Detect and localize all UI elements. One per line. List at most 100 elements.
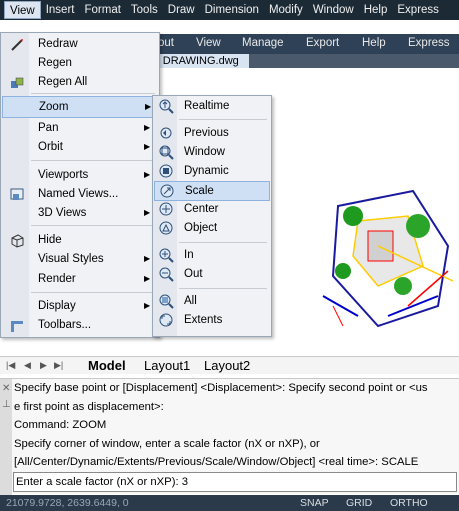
ribbon-tab-view[interactable]: View bbox=[196, 37, 221, 49]
zoom-scale[interactable]: Scale bbox=[154, 181, 270, 201]
status-bar: 21079.9728, 2639.6449, 0 SNAP GRID ORTHO bbox=[0, 495, 459, 511]
menu-insert[interactable]: Insert bbox=[41, 1, 80, 19]
ribbon-tab-export[interactable]: Export bbox=[306, 37, 339, 49]
zoom-item-label: Previous bbox=[184, 127, 229, 139]
menu-modify[interactable]: Modify bbox=[264, 1, 308, 19]
menu-item-label: Display bbox=[38, 300, 76, 312]
zoom-in[interactable]: In bbox=[154, 246, 270, 266]
zoom-window[interactable]: Window bbox=[154, 143, 270, 163]
submenu-separator bbox=[179, 288, 267, 289]
pin-icon[interactable]: ⊥ bbox=[2, 399, 11, 410]
menu-item-label: Toolbars... bbox=[38, 319, 92, 331]
zoom-extents[interactable]: Extents bbox=[154, 311, 270, 331]
zoom-dynamic[interactable]: Dynamic bbox=[154, 162, 270, 182]
zoom-item-label: Object bbox=[184, 222, 218, 234]
command-input[interactable]: Enter a scale factor (nX or nXP): 3 bbox=[13, 472, 457, 492]
zoom-submenu: Realtime Previous Window Dynamic Scale C… bbox=[152, 95, 272, 337]
menu-item-orbit[interactable]: Orbit ▶ bbox=[2, 137, 158, 159]
next-tab-icon[interactable]: ▶ bbox=[40, 360, 47, 371]
toolbars-icon bbox=[11, 321, 23, 332]
menu-window[interactable]: Window bbox=[308, 1, 359, 19]
zoom-item-label: Out bbox=[184, 268, 203, 280]
history-line: [All/Center/Dynamic/Extents/Previous/Sca… bbox=[14, 456, 419, 468]
zoom-item-label: In bbox=[184, 249, 194, 261]
menu-separator bbox=[31, 93, 155, 94]
zoom-all[interactable]: All bbox=[154, 292, 270, 312]
submenu-arrow-icon: ▶ bbox=[144, 123, 151, 132]
view-menu: Redraw Regen Regen All Zoom ▶ Pan ▶ Orbi… bbox=[0, 32, 160, 338]
first-tab-icon[interactable]: |◀ bbox=[6, 360, 15, 371]
history-line: Command: ZOOM bbox=[14, 419, 107, 431]
menu-item-render[interactable]: Render ▶ bbox=[2, 269, 158, 291]
ribbon-tab-manage[interactable]: Manage bbox=[242, 37, 284, 49]
close-icon[interactable]: ✕ bbox=[2, 383, 10, 394]
zoom-item-label: Extents bbox=[184, 314, 223, 326]
command-window-handle[interactable]: ✕ ⊥ bbox=[0, 379, 12, 495]
submenu-arrow-icon: ▶ bbox=[144, 170, 151, 179]
submenu-separator bbox=[179, 119, 267, 120]
tab-model[interactable]: Model bbox=[84, 358, 130, 374]
zoom-out-icon bbox=[159, 267, 174, 282]
menu-tools[interactable]: Tools bbox=[126, 1, 163, 19]
zoom-all-icon bbox=[159, 294, 174, 309]
menu-item-label: Viewports bbox=[38, 169, 89, 181]
zoom-previous[interactable]: Previous bbox=[154, 124, 270, 144]
named-views-icon bbox=[10, 188, 24, 200]
hide-icon bbox=[11, 234, 24, 248]
layout-tab-bar: |◀ ◀ ▶ ▶| Model Layout1 Layout2 bbox=[0, 356, 459, 374]
command-history: Specify base point or [Displacement] <Di… bbox=[14, 379, 454, 472]
document-tab[interactable]: L DRAWING.dwg bbox=[150, 54, 249, 68]
zoom-item-label: Dynamic bbox=[184, 165, 229, 177]
zoom-center[interactable]: Center bbox=[154, 200, 270, 220]
submenu-arrow-icon: ▶ bbox=[144, 274, 151, 283]
menu-separator bbox=[31, 225, 155, 226]
menu-express[interactable]: Express bbox=[392, 1, 444, 19]
command-window: ✕ ⊥ Specify base point or [Displacement]… bbox=[0, 378, 459, 495]
tab-layout2[interactable]: Layout2 bbox=[200, 358, 254, 374]
zoom-object[interactable]: Object bbox=[154, 219, 270, 239]
menu-item-label: Pan bbox=[38, 122, 59, 134]
zoom-in-icon bbox=[159, 248, 174, 263]
zoom-dynamic-icon bbox=[159, 164, 173, 178]
menu-item-toolbars[interactable]: Toolbars... bbox=[2, 315, 158, 337]
menu-dimension[interactable]: Dimension bbox=[200, 1, 264, 19]
grid-toggle[interactable]: GRID bbox=[346, 497, 372, 509]
zoom-realtime-icon bbox=[159, 99, 174, 114]
menu-item-zoom[interactable]: Zoom ▶ bbox=[2, 96, 158, 118]
submenu-arrow-icon: ▶ bbox=[144, 301, 151, 310]
snap-toggle[interactable]: SNAP bbox=[300, 497, 329, 509]
coordinate-readout: 21079.9728, 2639.6449, 0 bbox=[6, 497, 129, 509]
ribbon-tab-help[interactable]: Help bbox=[362, 37, 386, 49]
menu-format[interactable]: Format bbox=[79, 1, 125, 19]
last-tab-icon[interactable]: ▶| bbox=[54, 360, 63, 371]
history-line: Specify base point or [Displacement] <Di… bbox=[14, 382, 428, 394]
zoom-item-label: All bbox=[184, 295, 197, 307]
menu-draw[interactable]: Draw bbox=[163, 1, 200, 19]
menu-item-label: Hide bbox=[38, 234, 62, 246]
menu-separator bbox=[31, 160, 155, 161]
menu-item-3d-views[interactable]: 3D Views ▶ bbox=[2, 203, 158, 225]
zoom-previous-icon bbox=[160, 127, 172, 139]
zoom-extents-icon bbox=[159, 313, 173, 327]
menu-separator bbox=[31, 292, 155, 293]
prev-tab-icon[interactable]: ◀ bbox=[24, 360, 31, 371]
ortho-toggle[interactable]: ORTHO bbox=[390, 497, 428, 509]
submenu-arrow-icon: ▶ bbox=[144, 208, 151, 217]
ribbon-tab[interactable]: out bbox=[158, 37, 174, 49]
menu-view[interactable]: View bbox=[4, 1, 41, 19]
menu-item-visual-styles[interactable]: Visual Styles ▶ bbox=[2, 249, 158, 271]
menu-item-label: Regen All bbox=[38, 76, 88, 88]
menu-item-label: Visual Styles bbox=[38, 253, 104, 265]
ribbon-tab-express[interactable]: Express bbox=[408, 37, 450, 49]
menu-item-label: 3D Views bbox=[38, 207, 87, 219]
zoom-realtime[interactable]: Realtime bbox=[154, 97, 270, 117]
tab-layout1[interactable]: Layout1 bbox=[140, 358, 194, 374]
zoom-center-icon bbox=[159, 202, 173, 216]
menu-help[interactable]: Help bbox=[359, 1, 393, 19]
menu-item-regen-all[interactable]: Regen All bbox=[2, 72, 158, 94]
zoom-out[interactable]: Out bbox=[154, 265, 270, 285]
menu-item-label: Named Views... bbox=[38, 188, 119, 200]
autocad-window: out View Manage Export Help Express L DR… bbox=[0, 0, 459, 511]
redraw-icon bbox=[11, 39, 23, 51]
zoom-object-icon bbox=[159, 221, 173, 235]
